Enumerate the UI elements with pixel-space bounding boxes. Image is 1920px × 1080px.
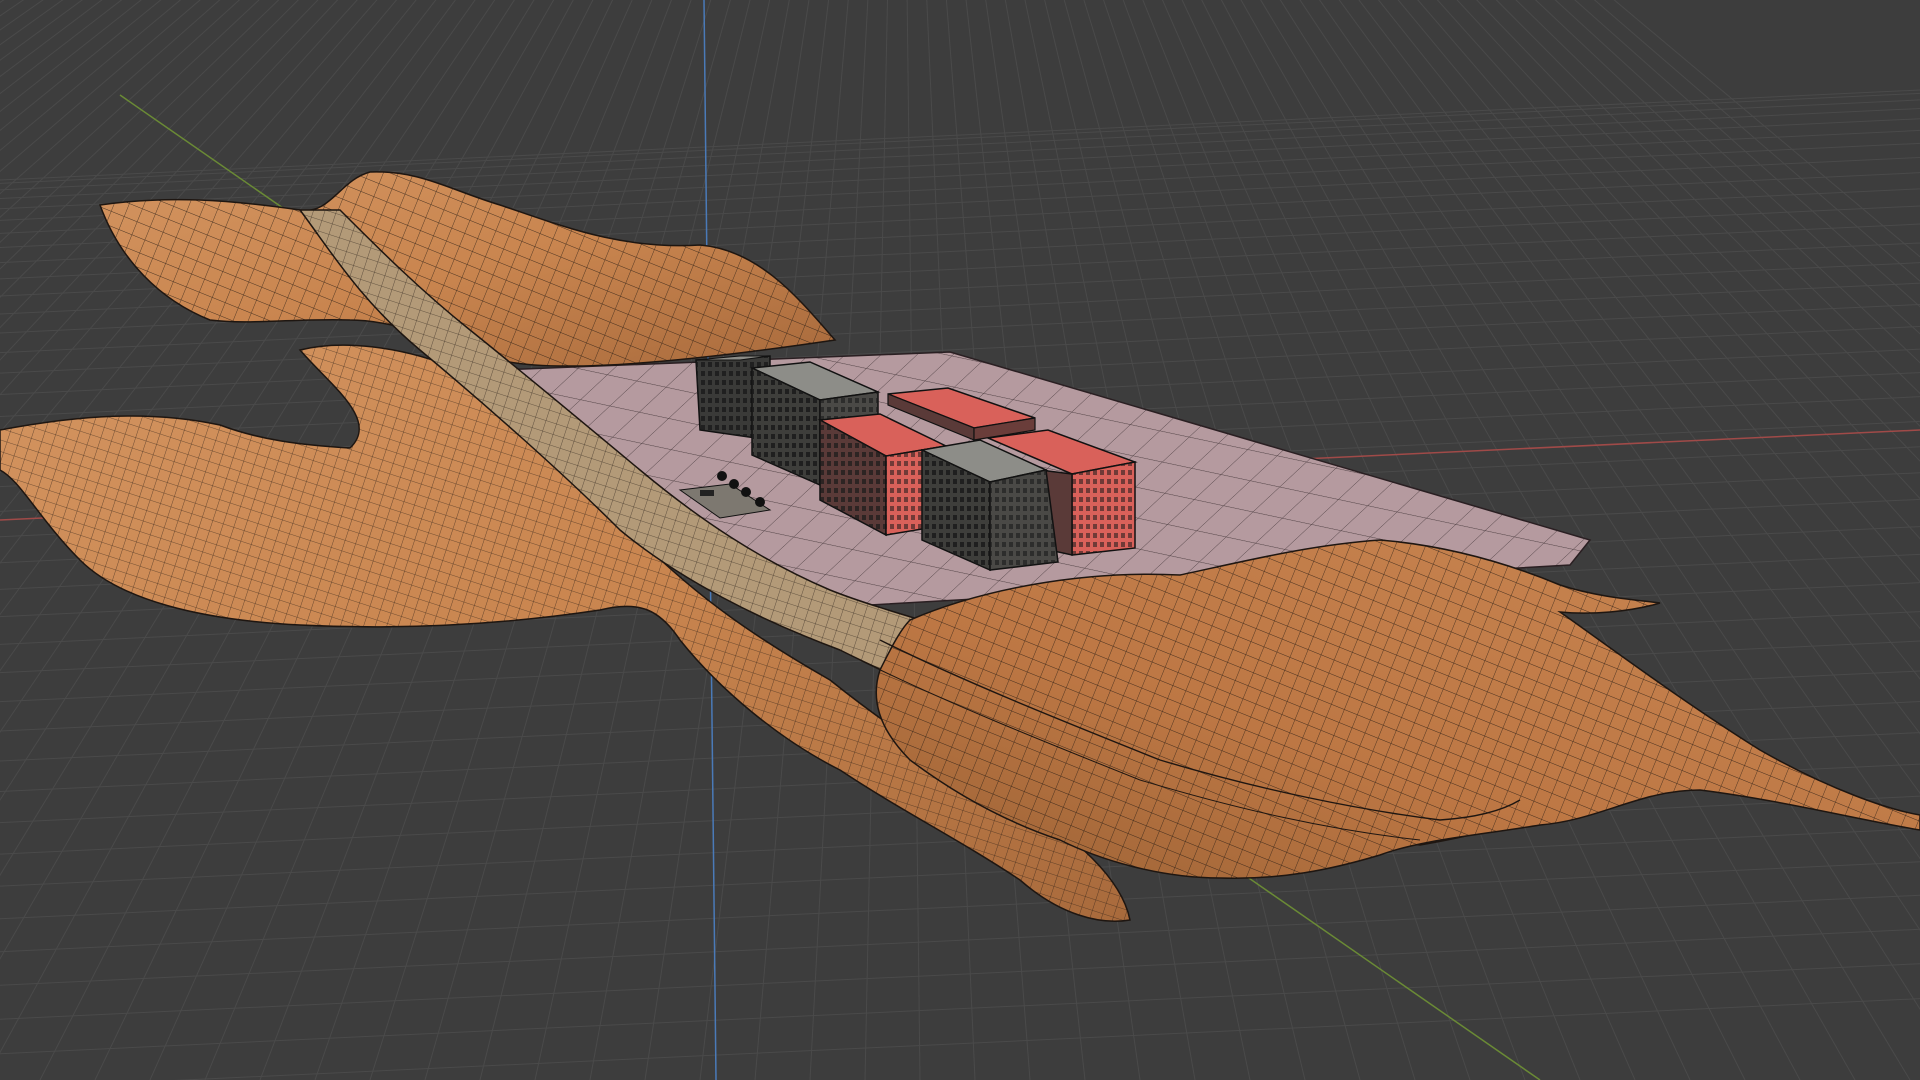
- grid-line: [173, 998, 1920, 1080]
- tree-4: [755, 497, 765, 507]
- grid-line: [0, 118, 1920, 210]
- tree-3: [741, 487, 751, 497]
- grid-line: [0, 963, 1920, 1055]
- grid-line: [0, 89, 1920, 181]
- grid-line: [0, 861, 1920, 953]
- grid-line: [0, 129, 1920, 221]
- grid-line: [0, 108, 1920, 200]
- 3d-viewport[interactable]: [0, 0, 1920, 1080]
- viewport-scene[interactable]: [0, 0, 1920, 1080]
- tree-1: [717, 471, 727, 481]
- grid-line: [0, 928, 1920, 1020]
- bench-1: [700, 490, 714, 496]
- grid-line: [0, 894, 1920, 986]
- tree-2: [729, 479, 739, 489]
